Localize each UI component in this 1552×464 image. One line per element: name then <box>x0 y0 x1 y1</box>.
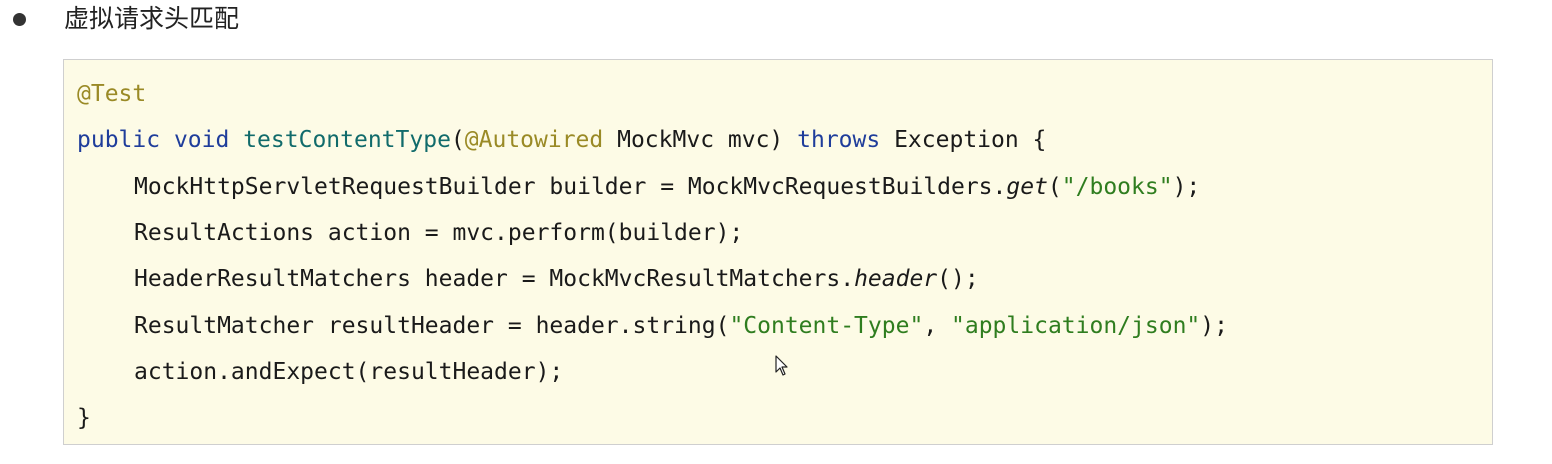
code-line-2: public void testContentType(@Autowired M… <box>77 122 1046 158</box>
keyword-throws: throws <box>797 127 881 153</box>
method-name: testContentType <box>243 127 451 153</box>
statement-text: action.andExpect(resultHeader); <box>134 359 564 385</box>
statement-text: ResultMatcher resultHeader = header.stri… <box>134 313 730 339</box>
string-literal: "Content-Type" <box>729 313 924 339</box>
method-signature-rest: Exception { <box>880 127 1047 153</box>
annotation-autowired: @Autowired <box>464 127 604 153</box>
mouse-cursor-icon <box>775 355 788 376</box>
code-line-1: @Test <box>77 76 146 112</box>
code-line-3: MockHttpServletRequestBuilder builder = … <box>134 169 1200 205</box>
paren-open: ( <box>1047 174 1062 200</box>
string-literal: "application/json" <box>951 313 1201 339</box>
method-header: header <box>854 266 938 292</box>
paren-open: ( <box>450 127 465 153</box>
statement-text: ResultActions action = mvc.perform(build… <box>134 220 744 246</box>
closing-brace: } <box>77 405 91 431</box>
method-params: MockMvc mvc) <box>603 127 798 153</box>
statement-end: ); <box>1200 313 1228 339</box>
code-line-8: } <box>77 400 91 436</box>
keyword-public: public <box>77 127 161 153</box>
statement-text: HeaderResultMatchers header = MockMvcRes… <box>134 266 855 292</box>
annotation-test: @Test <box>77 81 147 107</box>
statement-end: (); <box>937 266 979 292</box>
statement-end: ); <box>1172 174 1201 200</box>
keyword-void: void <box>173 127 230 153</box>
code-line-7: action.andExpect(resultHeader); <box>134 354 563 390</box>
code-block: @Test public void testContentType(@Autow… <box>63 59 1493 445</box>
code-line-5: HeaderResultMatchers header = MockMvcRes… <box>134 261 979 297</box>
bullet-dot-icon <box>13 13 26 26</box>
separator: , <box>923 313 952 339</box>
method-get: get <box>1006 174 1048 200</box>
string-literal: "/books" <box>1061 174 1173 200</box>
code-line-4: ResultActions action = mvc.perform(build… <box>134 215 743 251</box>
code-line-6: ResultMatcher resultHeader = header.stri… <box>134 308 1228 344</box>
statement-text: MockHttpServletRequestBuilder builder = … <box>134 174 1007 200</box>
bullet-item: 虚拟请求头匹配 <box>0 0 1552 44</box>
bullet-text: 虚拟请求头匹配 <box>64 4 240 33</box>
